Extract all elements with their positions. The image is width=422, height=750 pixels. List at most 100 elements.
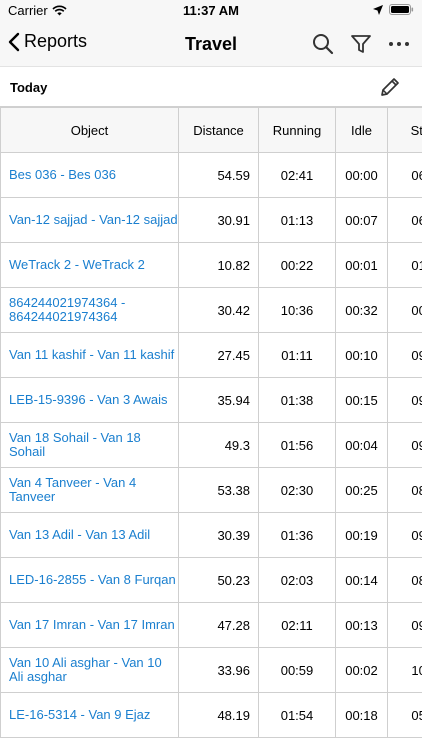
table-row[interactable]: LEB-15-9396 - Van 3 Awais 35.94 01:38 00…	[0, 377, 422, 423]
object-cell[interactable]: Van 4 Tanveer - Van 4 Tanveer	[0, 467, 179, 513]
distance-cell: 48.19	[178, 692, 259, 738]
table-row[interactable]: WeTrack 2 - WeTrack 2 10.82 00:22 00:01 …	[0, 242, 422, 288]
table-row[interactable]: Van-12 sajjad - Van-12 sajjad 30.91 01:1…	[0, 197, 422, 243]
running-cell: 10:36	[258, 287, 336, 333]
distance-cell: 30.39	[178, 512, 259, 558]
running-cell: 01:36	[258, 512, 336, 558]
distance-cell: 10.82	[178, 242, 259, 288]
idle-cell: 00:04	[335, 422, 388, 468]
running-cell: 01:11	[258, 332, 336, 378]
table-row[interactable]: Van 10 Ali asghar - Van 10 Ali asghar 33…	[0, 647, 422, 693]
filter-button[interactable]	[348, 31, 374, 57]
stop-cell: 00:0	[387, 287, 422, 333]
table-row[interactable]: Van 11 kashif - Van 11 kashif 27.45 01:1…	[0, 332, 422, 378]
table-row[interactable]: Van 13 Adil - Van 13 Adil 30.39 01:36 00…	[0, 512, 422, 558]
distance-cell: 47.28	[178, 602, 259, 648]
distance-cell: 49.3	[178, 422, 259, 468]
distance-cell: 30.91	[178, 197, 259, 243]
stop-cell: 01:0	[387, 242, 422, 288]
nav-actions	[310, 31, 412, 57]
battery-icon	[389, 4, 414, 15]
status-bar: Carrier 11:37 AM	[0, 0, 422, 22]
more-icon	[389, 42, 409, 46]
object-cell[interactable]: Van 17 Imran - Van 17 Imran	[0, 602, 179, 648]
distance-cell: 30.42	[178, 287, 259, 333]
stop-cell: 05:5	[387, 692, 422, 738]
object-cell[interactable]: LE-16-5314 - Van 9 Ejaz	[0, 692, 179, 738]
idle-cell: 00:14	[335, 557, 388, 603]
distance-cell: 35.94	[178, 377, 259, 423]
stop-cell: 09:1	[387, 377, 422, 423]
running-cell: 00:59	[258, 647, 336, 693]
table-row[interactable]: Van 18 Sohail - Van 18 Sohail 49.3 01:56…	[0, 422, 422, 468]
distance-cell: 54.59	[178, 152, 259, 198]
running-cell: 01:38	[258, 377, 336, 423]
object-cell[interactable]: LEB-15-9396 - Van 3 Awais	[0, 377, 179, 423]
status-time: 11:37 AM	[183, 3, 239, 18]
object-cell[interactable]: 864244021974364 - 864244021974364	[0, 287, 179, 333]
running-cell: 01:56	[258, 422, 336, 468]
stop-cell: 06:0	[387, 152, 422, 198]
stop-cell: 10:0	[387, 647, 422, 693]
table-row[interactable]: Van 4 Tanveer - Van 4 Tanveer 53.38 02:3…	[0, 467, 422, 513]
running-cell: 02:03	[258, 557, 336, 603]
running-cell: 02:11	[258, 602, 336, 648]
column-header-stop[interactable]: Stop	[387, 107, 422, 153]
idle-cell: 00:10	[335, 332, 388, 378]
date-bar: Today	[0, 66, 422, 107]
column-header-running[interactable]: Running	[258, 107, 336, 153]
column-header-idle[interactable]: Idle	[335, 107, 388, 153]
running-cell: 01:54	[258, 692, 336, 738]
running-cell: 02:30	[258, 467, 336, 513]
table-row[interactable]: Van 17 Imran - Van 17 Imran 47.28 02:11 …	[0, 602, 422, 648]
object-cell[interactable]: Van 13 Adil - Van 13 Adil	[0, 512, 179, 558]
stop-cell: 08:4	[387, 557, 422, 603]
search-button[interactable]	[310, 31, 336, 57]
edit-button[interactable]	[378, 75, 402, 99]
travel-table: Object Distance Running Idle Stop Bes 03…	[0, 107, 422, 738]
distance-cell: 50.23	[178, 557, 259, 603]
table-row[interactable]: LED-16-2855 - Van 8 Furqan 50.23 02:03 0…	[0, 557, 422, 603]
status-right	[373, 4, 414, 15]
location-arrow-icon	[373, 4, 383, 15]
idle-cell: 00:32	[335, 287, 388, 333]
object-cell[interactable]: Van-12 sajjad - Van-12 sajjad	[0, 197, 179, 243]
navigation-bar: Reports Travel	[0, 22, 422, 66]
distance-cell: 27.45	[178, 332, 259, 378]
stop-cell: 06:4	[387, 197, 422, 243]
running-cell: 00:22	[258, 242, 336, 288]
column-header-object[interactable]: Object	[0, 107, 179, 153]
table-row[interactable]: Bes 036 - Bes 036 54.59 02:41 00:00 06:0	[0, 152, 422, 198]
pencil-icon	[381, 78, 399, 96]
table-header-row: Object Distance Running Idle Stop	[0, 107, 422, 153]
filter-icon	[351, 35, 371, 53]
idle-cell: 00:18	[335, 692, 388, 738]
stop-cell: 09:1	[387, 422, 422, 468]
running-cell: 02:41	[258, 152, 336, 198]
back-button[interactable]: Reports	[8, 31, 87, 52]
idle-cell: 00:25	[335, 467, 388, 513]
object-cell[interactable]: Van 18 Sohail - Van 18 Sohail	[0, 422, 179, 468]
distance-cell: 53.38	[178, 467, 259, 513]
idle-cell: 00:19	[335, 512, 388, 558]
object-cell[interactable]: Van 11 kashif - Van 11 kashif	[0, 332, 179, 378]
table-row[interactable]: LE-16-5314 - Van 9 Ejaz 48.19 01:54 00:1…	[0, 692, 422, 738]
object-cell[interactable]: LED-16-2855 - Van 8 Furqan	[0, 557, 179, 603]
running-cell: 01:13	[258, 197, 336, 243]
chevron-left-icon	[8, 32, 20, 51]
stop-cell: 09:1	[387, 602, 422, 648]
column-header-distance[interactable]: Distance	[178, 107, 259, 153]
object-cell[interactable]: WeTrack 2 - WeTrack 2	[0, 242, 179, 288]
stop-cell: 09:4	[387, 332, 422, 378]
object-cell[interactable]: Van 10 Ali asghar - Van 10 Ali asghar	[0, 647, 179, 693]
idle-cell: 00:00	[335, 152, 388, 198]
idle-cell: 00:13	[335, 602, 388, 648]
distance-cell: 33.96	[178, 647, 259, 693]
idle-cell: 00:02	[335, 647, 388, 693]
table-row[interactable]: 864244021974364 - 864244021974364 30.42 …	[0, 287, 422, 333]
idle-cell: 00:15	[335, 377, 388, 423]
travel-table-container[interactable]: Object Distance Running Idle Stop Bes 03…	[0, 107, 422, 750]
more-button[interactable]	[386, 31, 412, 57]
back-button-label: Reports	[24, 31, 88, 51]
object-cell[interactable]: Bes 036 - Bes 036	[0, 152, 179, 198]
